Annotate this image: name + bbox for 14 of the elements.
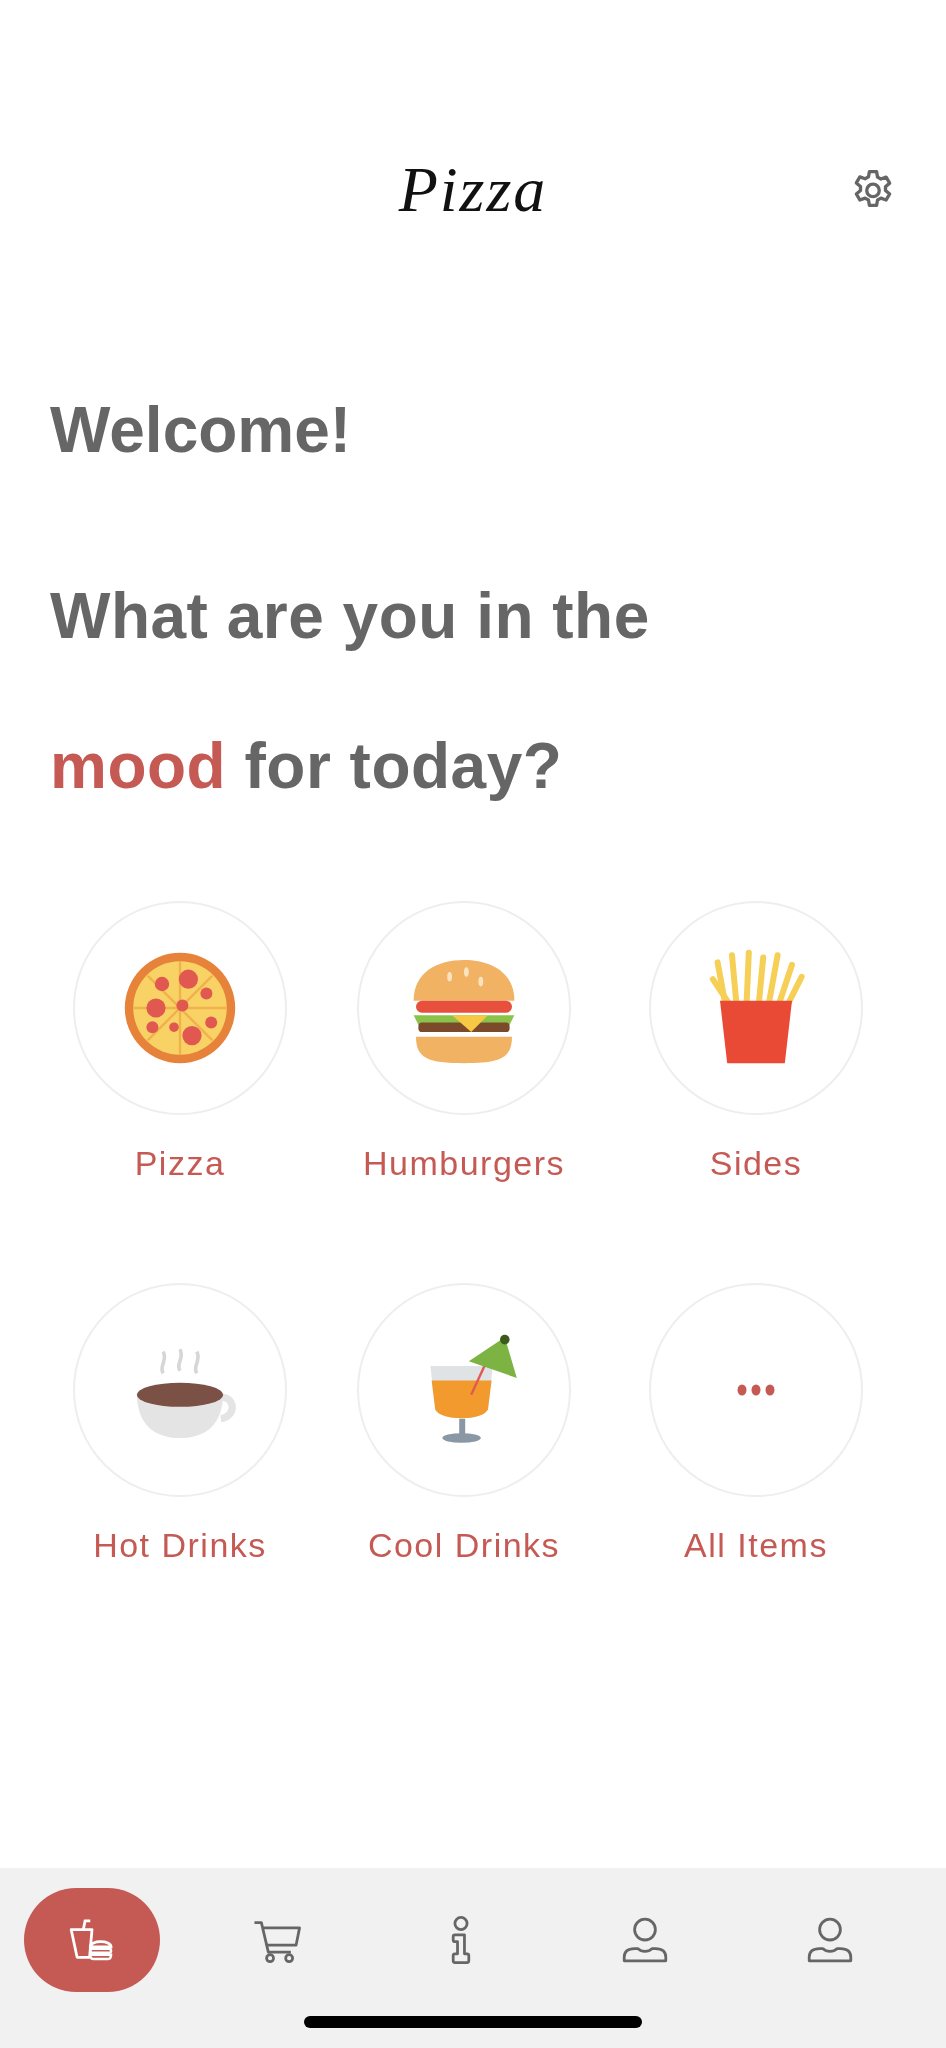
headline-line: mood for today?	[50, 731, 564, 801]
category-button[interactable]	[73, 1283, 287, 1497]
greeting-title: Welcome!	[50, 395, 353, 465]
category-label: Humburgers	[362, 1143, 566, 1183]
category-button[interactable]	[73, 901, 287, 1115]
category-label: Cool Drinks	[367, 1525, 561, 1565]
category-label: All Items	[684, 1525, 828, 1565]
category-button[interactable]	[357, 901, 571, 1115]
category-button[interactable]	[649, 901, 863, 1115]
logo: Pizza	[398, 158, 548, 222]
category-label: Hot Drinks	[93, 1525, 267, 1565]
category-label: Pizza	[134, 1143, 226, 1183]
category-label: Sides	[709, 1143, 803, 1183]
headline-line: What are you in the	[50, 581, 651, 651]
